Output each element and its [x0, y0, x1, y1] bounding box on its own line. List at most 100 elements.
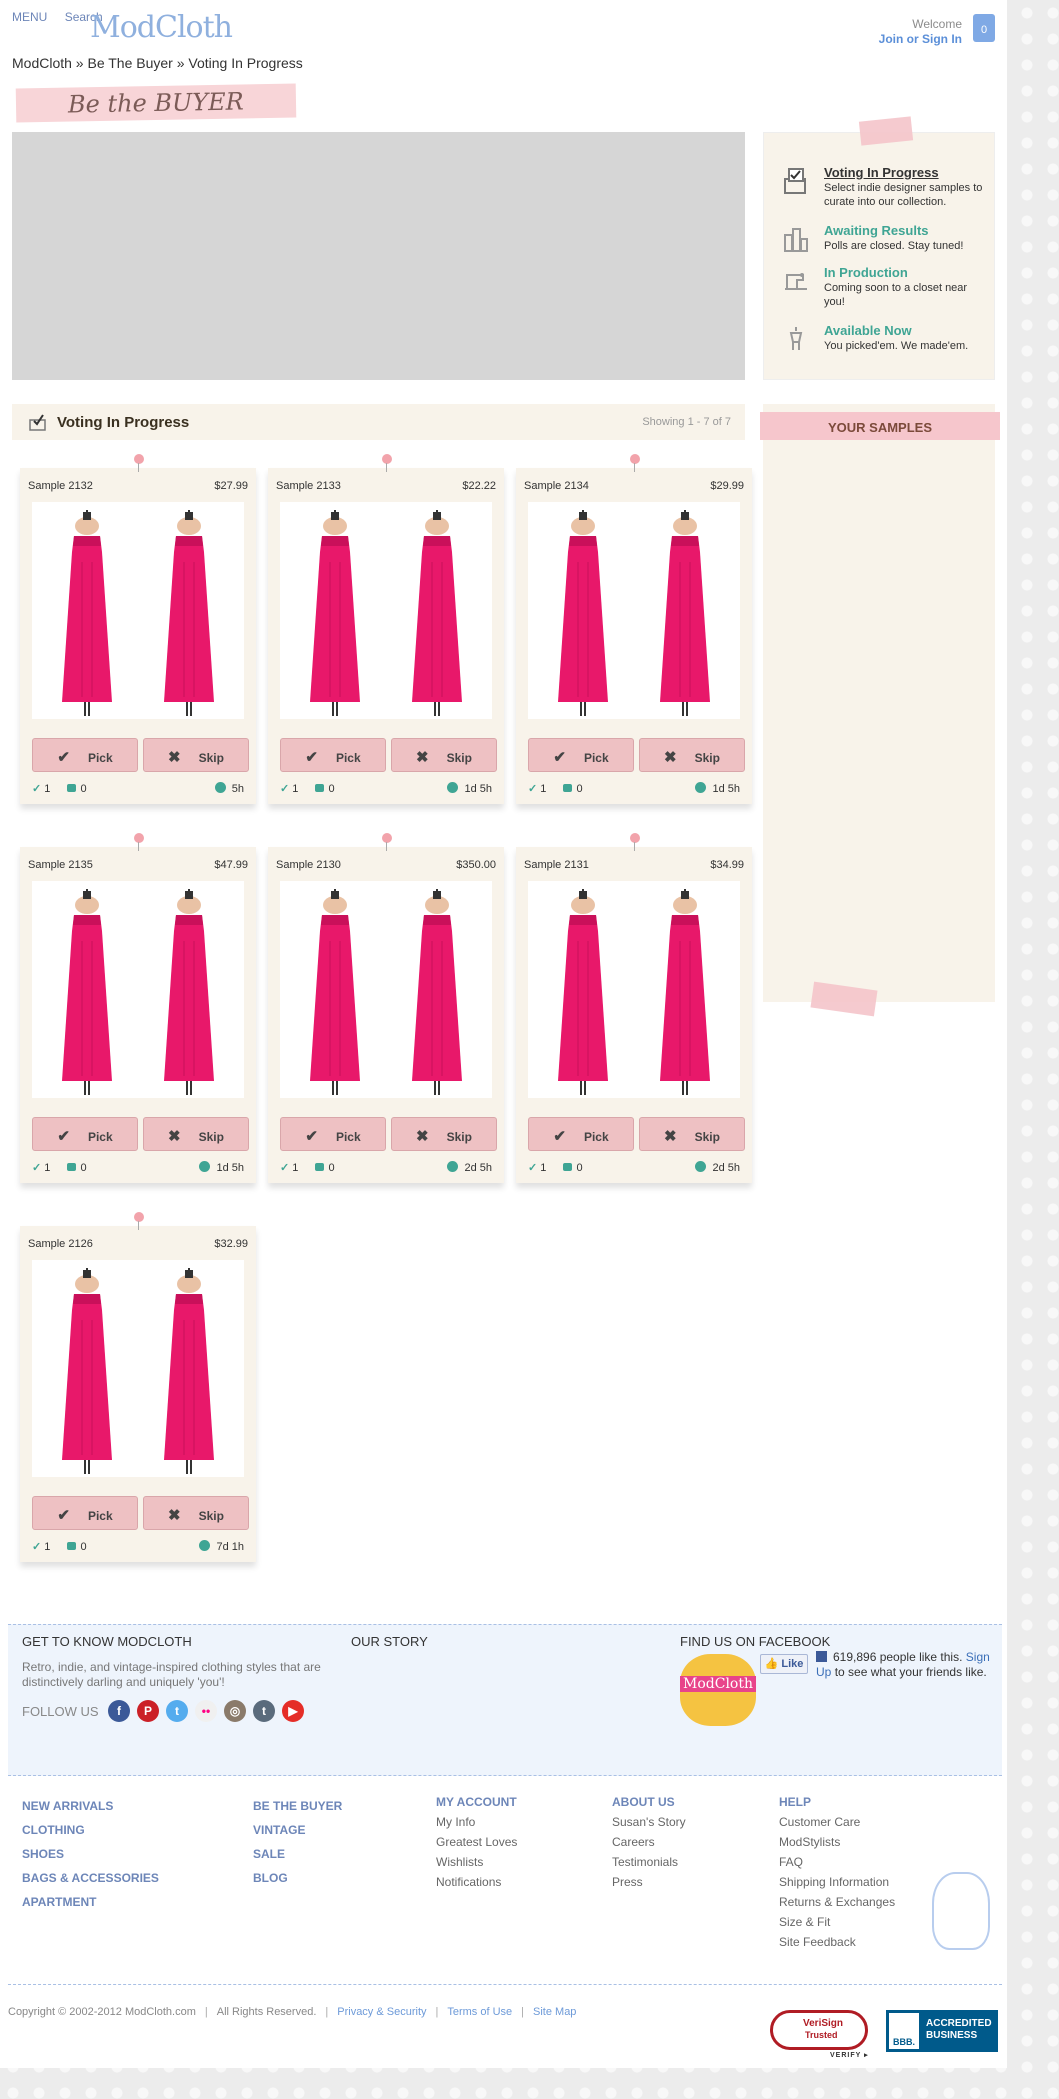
footer-heading[interactable]: ABOUT US: [612, 1792, 686, 1812]
footer-heading[interactable]: MY ACCOUNT: [436, 1792, 517, 1812]
footer-category-link[interactable]: NEW ARRIVALS: [22, 1794, 159, 1818]
footer-category-link[interactable]: CLOTHING: [22, 1818, 159, 1842]
footer-link[interactable]: Returns & Exchanges: [779, 1892, 895, 1912]
sample-name[interactable]: Sample 2133: [276, 480, 341, 492]
copyright-bar: Copyright © 2002-2012 ModCloth.com | All R…: [8, 2006, 577, 2018]
footer-link[interactable]: ModStylists: [779, 1832, 895, 1852]
time-left: 7d 1h: [199, 1540, 244, 1553]
pick-button[interactable]: ✔ Pick: [280, 1117, 386, 1151]
sample-name[interactable]: Sample 2131: [524, 859, 589, 871]
footer-link[interactable]: Greatest Loves: [436, 1832, 517, 1852]
sample-image[interactable]: [32, 502, 244, 719]
footer-link[interactable]: My Info: [436, 1812, 517, 1832]
comment-count[interactable]: 0: [80, 1541, 86, 1553]
dress-form-icon: [789, 327, 803, 350]
sample-image[interactable]: [32, 1260, 244, 1477]
sample-image[interactable]: [528, 881, 740, 1098]
sample-card[interactable]: Sample 2126 $32.99 ✔ Pick ✖ Skip ✓ 1 0 7…: [20, 1212, 256, 1562]
verisign-badge[interactable]: VeriSign Trusted VERIFY ▸: [766, 2004, 874, 2059]
footer-category-link[interactable]: APARTMENT: [22, 1890, 159, 1914]
sample-name[interactable]: Sample 2132: [28, 480, 93, 492]
skip-button[interactable]: ✖ Skip: [639, 738, 745, 772]
modcloth-facebook-logo[interactable]: ModCloth: [680, 1654, 756, 1726]
sample-image[interactable]: [280, 502, 492, 719]
footer-link[interactable]: FAQ: [779, 1852, 895, 1872]
footer-link[interactable]: Susan's Story: [612, 1812, 686, 1832]
comment-count[interactable]: 0: [328, 783, 334, 795]
footer-category-link[interactable]: BLOG: [253, 1866, 342, 1890]
footer-link[interactable]: Testimonials: [612, 1852, 686, 1872]
pick-button[interactable]: ✔ Pick: [32, 738, 138, 772]
skip-label: Skip: [446, 1130, 472, 1144]
footer-heading[interactable]: HELP: [779, 1792, 895, 1812]
instagram-icon[interactable]: ◎: [224, 1700, 246, 1722]
footer-category-link[interactable]: SHOES: [22, 1842, 159, 1866]
footer-category-link[interactable]: BE THE BUYER: [253, 1794, 342, 1818]
skip-button[interactable]: ✖ Skip: [143, 738, 249, 772]
sample-name[interactable]: Sample 2126: [28, 1238, 93, 1250]
pick-button[interactable]: ✔ Pick: [528, 738, 634, 772]
skip-button[interactable]: ✖ Skip: [143, 1117, 249, 1151]
menu-link[interactable]: MENU: [12, 10, 47, 24]
comment-count[interactable]: 0: [576, 783, 582, 795]
join-sign-in-link[interactable]: Join or Sign In: [879, 32, 962, 46]
comment-icon: [563, 1163, 573, 1171]
sample-name[interactable]: Sample 2135: [28, 859, 93, 871]
showing-count: Showing 1 - 7 of 7: [642, 416, 731, 428]
pick-button[interactable]: ✔ Pick: [32, 1496, 138, 1530]
footer-link[interactable]: Size & Fit: [779, 1912, 895, 1932]
facebook-like-button[interactable]: 👍 Like: [760, 1654, 808, 1674]
comment-count[interactable]: 0: [328, 1162, 334, 1174]
footer-category-link[interactable]: SALE: [253, 1842, 342, 1866]
sample-card[interactable]: Sample 2132 $27.99 ✔ Pick ✖ Skip ✓ 1 0 5…: [20, 454, 256, 804]
facebook-icon[interactable]: f: [108, 1700, 130, 1722]
pick-button[interactable]: ✔ Pick: [528, 1117, 634, 1151]
clock-icon: [214, 782, 226, 793]
sample-card[interactable]: Sample 2131 $34.99 ✔ Pick ✖ Skip ✓ 1 0 2…: [516, 833, 752, 1183]
footer-link[interactable]: Press: [612, 1872, 686, 1892]
pin-icon: [382, 833, 392, 851]
twitter-icon[interactable]: t: [166, 1700, 188, 1722]
our-story-title[interactable]: OUR STORY: [351, 1634, 428, 1649]
flickr-icon[interactable]: ••: [195, 1700, 217, 1722]
skip-button[interactable]: ✖ Skip: [143, 1496, 249, 1530]
modcloth-logo[interactable]: ModCloth: [90, 10, 233, 45]
pick-count-icon: ✓: [528, 1162, 538, 1174]
tumblr-icon[interactable]: t: [253, 1700, 275, 1722]
pin-icon: [382, 454, 392, 472]
pick-button[interactable]: ✔ Pick: [32, 1117, 138, 1151]
footer-link[interactable]: Notifications: [436, 1872, 517, 1892]
sample-card[interactable]: Sample 2133 $22.22 ✔ Pick ✖ Skip ✓ 1 0 1…: [268, 454, 504, 804]
comment-count[interactable]: 0: [80, 1162, 86, 1174]
sample-image[interactable]: [280, 881, 492, 1098]
sample-card[interactable]: Sample 2135 $47.99 ✔ Pick ✖ Skip ✓ 1 0 1…: [20, 833, 256, 1183]
footer-category-link[interactable]: VINTAGE: [253, 1818, 342, 1842]
youtube-icon[interactable]: ▶: [282, 1700, 304, 1722]
pinterest-icon[interactable]: P: [137, 1700, 159, 1722]
skip-button[interactable]: ✖ Skip: [391, 738, 497, 772]
comment-count[interactable]: 0: [576, 1162, 582, 1174]
sample-card[interactable]: Sample 2134 $29.99 ✔ Pick ✖ Skip ✓ 1 0 1…: [516, 454, 752, 804]
pick-button[interactable]: ✔ Pick: [280, 738, 386, 772]
footer-link[interactable]: Careers: [612, 1832, 686, 1852]
comment-count[interactable]: 0: [80, 783, 86, 795]
pin-icon: [630, 833, 640, 851]
sitemap-link[interactable]: Site Map: [533, 2006, 576, 2018]
skip-button[interactable]: ✖ Skip: [639, 1117, 745, 1151]
privacy-link[interactable]: Privacy & Security: [337, 2006, 426, 2018]
sample-name[interactable]: Sample 2134: [524, 480, 589, 492]
skip-button[interactable]: ✖ Skip: [391, 1117, 497, 1151]
terms-link[interactable]: Terms of Use: [447, 2006, 512, 2018]
footer-link[interactable]: Customer Care: [779, 1812, 895, 1832]
sample-image[interactable]: [32, 881, 244, 1098]
shopping-bag-icon[interactable]: 0: [973, 14, 995, 42]
footer-category-link[interactable]: BAGS & ACCESSORIES: [22, 1866, 159, 1890]
status-desc: Polls are closed. Stay tuned!: [824, 240, 964, 252]
footer-link[interactable]: Wishlists: [436, 1852, 517, 1872]
footer-link[interactable]: Shipping Information: [779, 1872, 895, 1892]
footer-link[interactable]: Site Feedback: [779, 1932, 895, 1952]
sample-card[interactable]: Sample 2130 $350.00 ✔ Pick ✖ Skip ✓ 1 0 …: [268, 833, 504, 1183]
sample-image[interactable]: [528, 502, 740, 719]
sample-name[interactable]: Sample 2130: [276, 859, 341, 871]
bbb-badge[interactable]: BBB. ACCREDITED BUSINESS: [886, 2010, 998, 2052]
